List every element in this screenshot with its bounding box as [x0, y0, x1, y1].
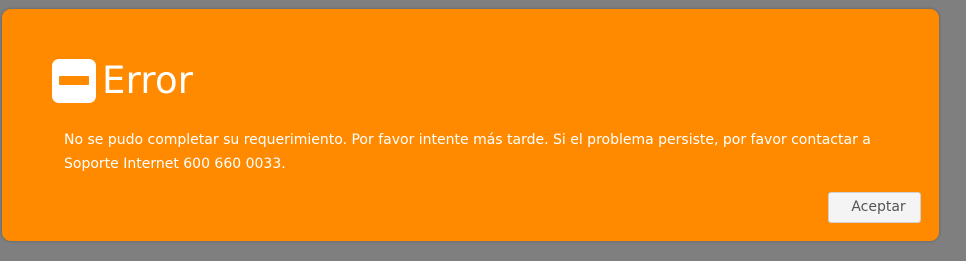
dialog-header: Error — [52, 57, 193, 105]
error-dialog: Error No se pudo completar su requerimie… — [2, 9, 939, 241]
minus-icon — [52, 59, 96, 103]
dialog-title: Error — [102, 59, 194, 102]
accept-button[interactable]: Aceptar — [828, 192, 921, 223]
minus-icon-bar — [59, 76, 89, 85]
error-message: No se pudo completar su requerimiento. P… — [64, 132, 871, 172]
